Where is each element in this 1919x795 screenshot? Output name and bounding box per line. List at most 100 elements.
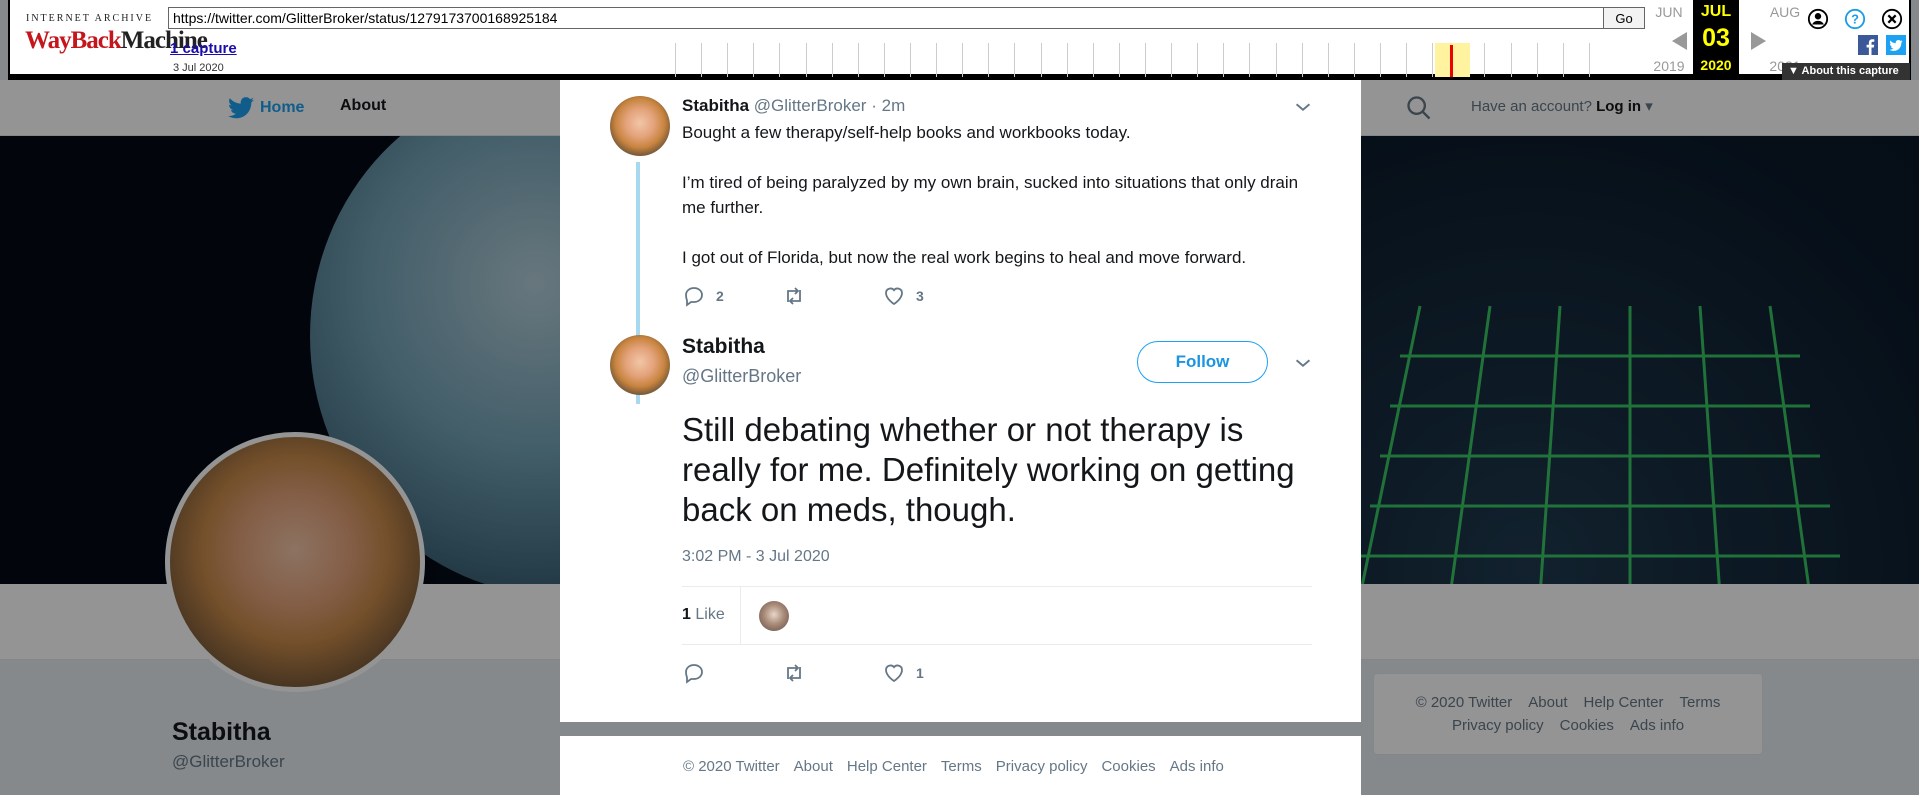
main-tweet-timestamp[interactable]: 3:02 PM - 3 Jul 2020 xyxy=(682,548,830,566)
sparkline-bucket xyxy=(1040,43,1067,77)
prev-month: JUN xyxy=(1655,4,1683,20)
like-count: 1 xyxy=(916,665,924,681)
sparkline-bucket xyxy=(1249,43,1275,77)
sparkline-bucket xyxy=(1092,43,1119,77)
prev-capture-arrow-icon[interactable] xyxy=(1672,32,1687,50)
thread-tweet-header: Stabitha @GlitterBroker · 2m xyxy=(682,96,905,116)
sparkline-bucket xyxy=(701,43,727,77)
sparkline-bucket xyxy=(1144,43,1171,77)
sparkline-bucket xyxy=(1588,43,1615,77)
facebook-icon[interactable] xyxy=(1858,35,1878,55)
main-tweet-name[interactable]: Stabitha xyxy=(682,335,765,359)
footer-copyright: © 2020 Twitter xyxy=(683,758,780,775)
chevron-down-icon[interactable] xyxy=(1292,96,1314,118)
capture-sparkline[interactable] xyxy=(675,43,1615,77)
capture-date-range: 3 Jul 2020 xyxy=(173,62,224,74)
reply-count: 2 xyxy=(716,288,724,304)
thread-tweet-paragraph: I’m tired of being paralyzed by my own b… xyxy=(682,173,1299,217)
like-button[interactable]: 3 xyxy=(882,284,924,308)
reply-icon xyxy=(685,664,703,684)
modal-footer: © 2020 Twitter About Help Center Terms P… xyxy=(560,736,1361,795)
wayback-logo-caption: INTERNET ARCHIVE xyxy=(26,13,154,24)
next-capture-arrow-icon[interactable] xyxy=(1751,32,1766,50)
sparkline-bucket xyxy=(753,43,779,77)
footer-link-privacy[interactable]: Privacy policy xyxy=(996,758,1088,795)
thread-tweet-avatar[interactable] xyxy=(610,96,670,156)
prev-year: 2019 xyxy=(1653,58,1685,74)
user-account-icon[interactable] xyxy=(1807,8,1829,30)
sparkline-bucket xyxy=(1379,43,1406,77)
help-icon[interactable]: ? xyxy=(1844,8,1866,30)
current-day: 03 xyxy=(1702,24,1730,52)
reply-button[interactable]: 2 xyxy=(682,284,782,308)
about-capture-dropdown[interactable]: ▼ About this capture xyxy=(1782,63,1910,80)
footer-link-terms[interactable]: Terms xyxy=(941,758,982,795)
main-tweet-actions: 1 xyxy=(682,661,924,685)
heart-icon xyxy=(885,287,903,306)
footer-link-ads[interactable]: Ads info xyxy=(1170,758,1224,795)
sparkline-bucket xyxy=(1171,43,1197,77)
current-year: 2020 xyxy=(1700,57,1732,73)
sparkline-bucket xyxy=(1223,43,1249,77)
follow-button[interactable]: Follow xyxy=(1137,341,1268,383)
main-tweet-handle[interactable]: @GlitterBroker xyxy=(682,366,801,387)
current-month: JUL xyxy=(1700,3,1732,20)
sparkline-bucket xyxy=(1510,43,1537,77)
sparkline-bucket xyxy=(1275,43,1302,77)
main-tweet-text: Still debating whether or not therapy is… xyxy=(682,411,1295,528)
like-button[interactable]: 1 xyxy=(882,661,924,685)
sparkline-bucket xyxy=(988,43,1014,77)
thread-tweet-paragraph: I got out of Florida, but now the real w… xyxy=(682,248,1247,267)
like-count: 3 xyxy=(916,288,924,304)
sparkline-capture-marker[interactable] xyxy=(1450,45,1453,77)
twitter-share-icon[interactable] xyxy=(1886,35,1906,55)
close-icon[interactable] xyxy=(1881,8,1903,30)
sparkline-bucket xyxy=(1562,43,1589,77)
retweet-icon xyxy=(787,664,801,682)
footer-link-help[interactable]: Help Center xyxy=(847,758,927,795)
wayback-url-input[interactable] xyxy=(168,7,1607,29)
thread-tweet-paragraph: Bought a few therapy/self-help books and… xyxy=(682,123,1131,142)
sparkline-bucket xyxy=(727,43,753,77)
sparkline-bucket xyxy=(962,43,988,77)
thread-tweet-time[interactable]: 2m xyxy=(882,96,906,115)
footer-link-cookies[interactable]: Cookies xyxy=(1101,758,1155,795)
reply-button[interactable] xyxy=(682,661,782,685)
heart-icon xyxy=(885,664,903,683)
thread-tweet-text: Bought a few therapy/self-help books and… xyxy=(682,120,1302,295)
likes-stat-label: Like xyxy=(695,606,725,623)
retweet-icon xyxy=(787,287,801,305)
sparkline-bucket xyxy=(936,43,962,77)
go-button[interactable]: Go xyxy=(1603,7,1645,29)
thread-tweet-actions: 2 3 xyxy=(682,284,924,308)
sparkline-bucket xyxy=(1197,43,1223,77)
footer-link-about[interactable]: About xyxy=(794,758,833,795)
captures-link[interactable]: 1 capture xyxy=(170,40,237,57)
likes-stat-count: 1 xyxy=(682,606,691,623)
wayback-logo-way: WayBack xyxy=(25,27,122,54)
sparkline-bucket xyxy=(1327,43,1354,77)
about-capture-label: About this capture xyxy=(1801,65,1899,77)
thread-tweet-name[interactable]: Stabitha xyxy=(682,96,749,115)
next-month: AUG xyxy=(1769,4,1801,20)
main-tweet-avatar[interactable] xyxy=(610,335,670,395)
stats-divider xyxy=(740,587,741,645)
sparkline-bucket xyxy=(909,43,936,77)
sparkline-bucket xyxy=(1536,43,1563,77)
sparkline-bucket xyxy=(883,43,910,77)
sparkline-bucket xyxy=(1406,43,1432,77)
chevron-down-icon[interactable] xyxy=(1292,352,1314,374)
thread-tweet-dot: · xyxy=(871,96,877,115)
sparkline-bucket xyxy=(779,43,805,77)
sparkline-bucket xyxy=(857,43,884,77)
sparkline-bucket xyxy=(1484,43,1510,77)
liker-avatar[interactable] xyxy=(759,601,789,631)
sparkline-bucket xyxy=(1353,43,1380,77)
retweet-button[interactable] xyxy=(782,661,882,685)
sparkline-bucket xyxy=(1066,43,1093,77)
thread-tweet-handle[interactable]: @GlitterBroker xyxy=(754,96,867,115)
sparkline-bucket xyxy=(831,43,858,77)
current-capture-date: JUL 03 2020 xyxy=(1693,0,1739,78)
likes-stat[interactable]: 1 Like xyxy=(682,606,725,624)
retweet-button[interactable] xyxy=(782,284,882,308)
